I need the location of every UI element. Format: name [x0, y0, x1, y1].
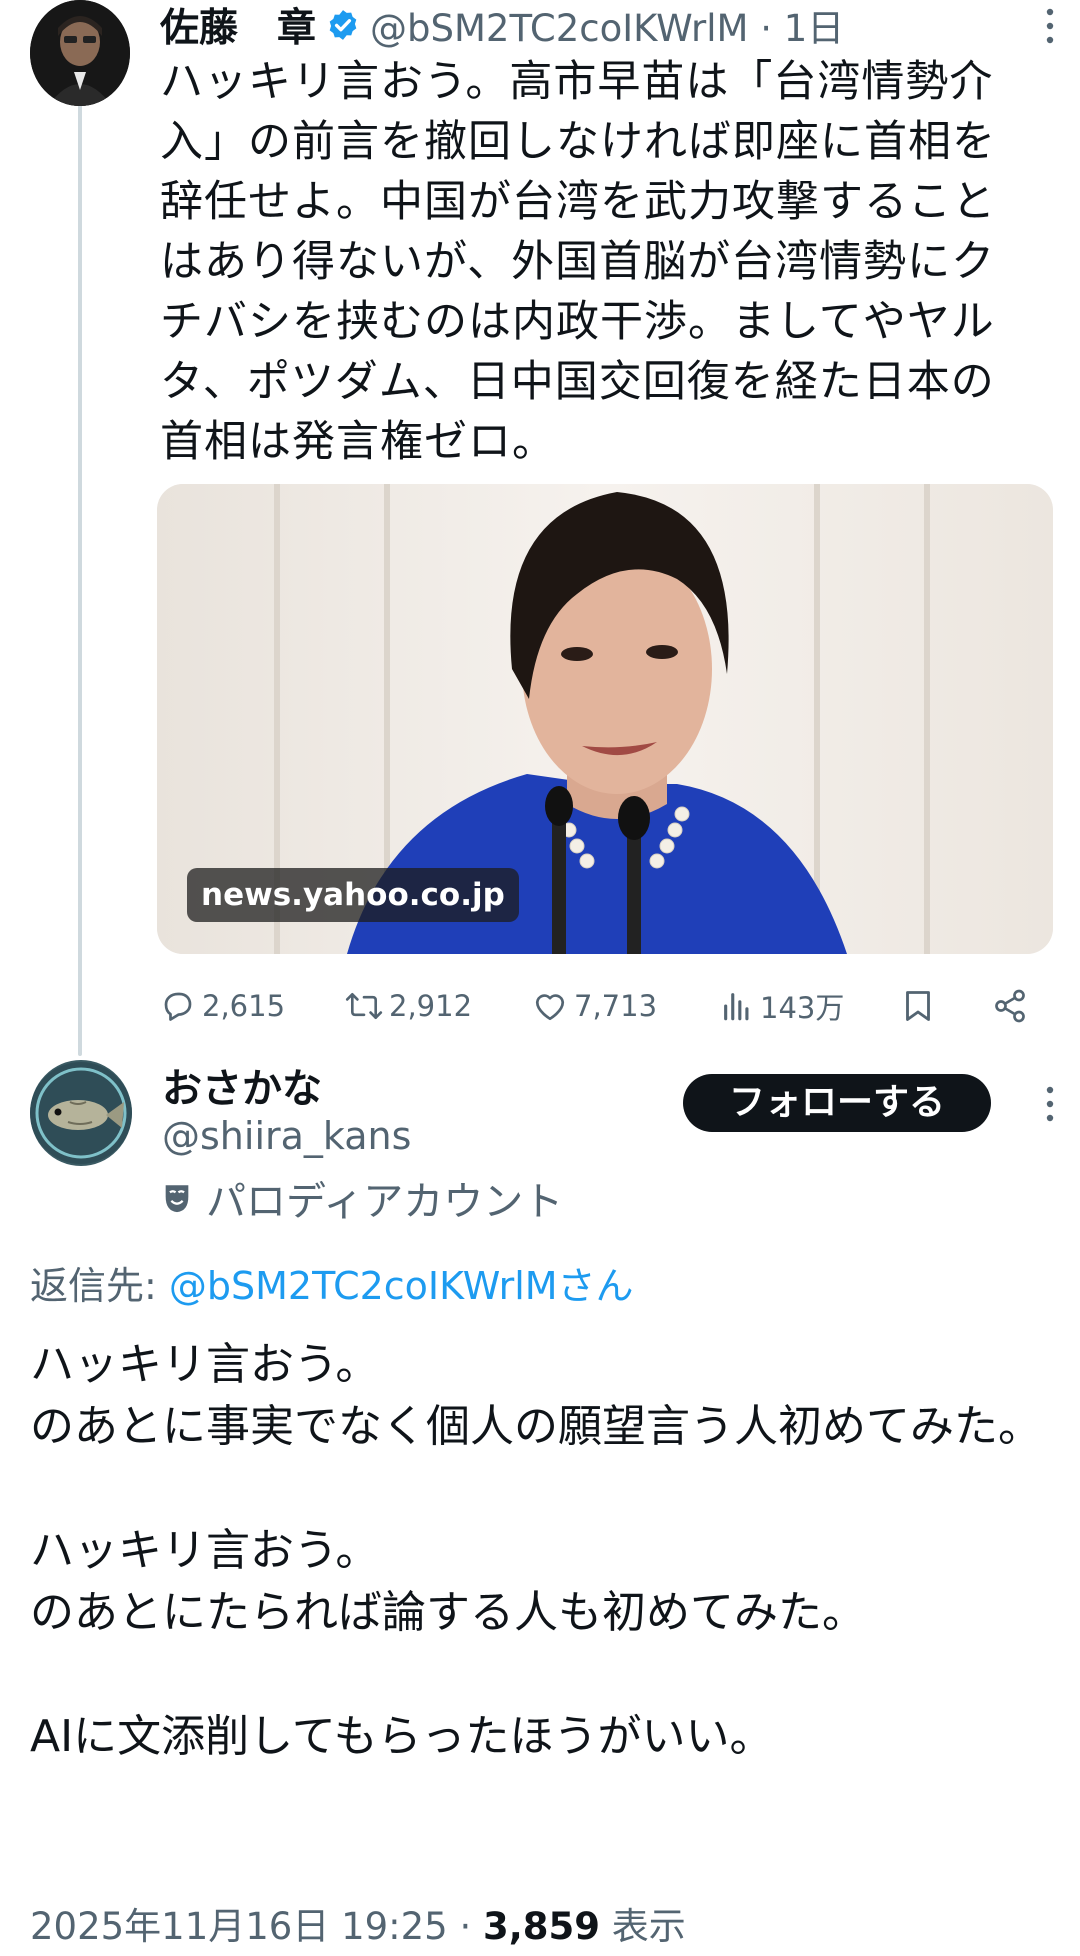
repost-button[interactable]: 2,912 [345, 978, 472, 1034]
reply-count: 2,615 [202, 989, 286, 1023]
fish-avatar-image [30, 1062, 132, 1164]
analytics-icon [724, 993, 749, 1021]
replying-to-line: 返信先: @bSM2TC2coIKWrlMさん [30, 1255, 634, 1310]
like-count: 7,713 [574, 989, 658, 1023]
views-button[interactable]: 143万 [720, 978, 844, 1034]
thread-connector-line [78, 86, 82, 1056]
reply-author-handle[interactable]: @shiira_kans [162, 1114, 411, 1158]
more-options-icon[interactable] [1044, 6, 1056, 46]
author-handle-time[interactable]: @bSM2TC2coIKWrlM · 1日 [370, 0, 844, 52]
post-timestamp[interactable]: 2025年11月16日 19:25 · [30, 1905, 483, 1948]
repost-icon [345, 992, 383, 1020]
verified-badge-icon [329, 10, 357, 40]
reply-button[interactable]: 2,615 [160, 978, 285, 1034]
post-view-count: 3,859 [483, 1905, 601, 1948]
parody-account-label: パロディアカウント [162, 1170, 563, 1226]
reply-text: ハッキリ言おう。 のあとに事実でなく個人の願望言う人初めてみた。 ハッキリ言おう… [30, 1339, 1042, 1762]
post-meta: 2025年11月16日 19:25 · 3,859 表示 [30, 1896, 686, 1950]
reply-author-avatar[interactable] [30, 1060, 132, 1166]
view-count: 143万 [760, 991, 845, 1025]
avatar-photo [30, 0, 130, 106]
author-name[interactable]: 佐藤 章 [160, 0, 316, 53]
like-button[interactable]: 7,713 [532, 978, 657, 1034]
post-text: ハッキリ言おう。高市早苗は「台湾情勢介入」の前言を撤回しなければ即座に首相を辞任… [160, 57, 996, 467]
post-view-suffix: 表示 [600, 1905, 686, 1948]
reply-more-options-icon[interactable] [1044, 1084, 1056, 1124]
parody-label-text: パロディアカウント [206, 1179, 564, 1225]
replying-to-mention[interactable]: @bSM2TC2coIKWrlMさん [169, 1264, 634, 1308]
reply-author-name[interactable]: おさかな [162, 1056, 322, 1114]
share-button[interactable] [992, 978, 1034, 1034]
bookmark-button[interactable] [900, 978, 942, 1034]
replying-to-prefix: 返信先: [30, 1264, 169, 1308]
repost-count: 2,912 [389, 989, 473, 1023]
bookmark-icon [906, 991, 930, 1021]
theater-mask-icon [165, 1185, 189, 1213]
share-icon [995, 989, 1025, 1023]
heart-icon [535, 994, 565, 1021]
link-domain-label: news.yahoo.co.jp [187, 868, 519, 922]
author-avatar[interactable] [30, 0, 130, 106]
post-actions-bar: 2,615 2,912 7,713 143万 [160, 978, 1040, 1034]
reply-icon [164, 992, 192, 1021]
follow-button[interactable]: フォローする [683, 1074, 991, 1132]
post-header: 佐藤 章 @bSM2TC2coIKWrlM · 1日 [160, 0, 844, 53]
